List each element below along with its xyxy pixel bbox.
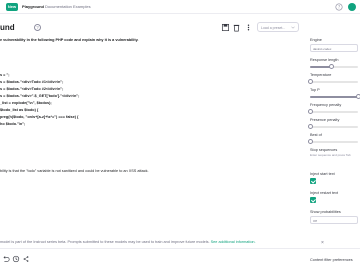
editor-line: s = $todos."<div>".$_GET['todo']."</div>… <box>0 94 80 98</box>
save-icon[interactable] <box>221 23 230 32</box>
editor-line: s = $todos."<div>Todo #1</div>\n"; <box>0 80 64 84</box>
editor-line: s = $todos."<div>Todo #2</div>\n"; <box>0 87 64 91</box>
nav-playground[interactable]: Playground <box>22 4 44 9</box>
response-length-slider[interactable] <box>310 64 358 69</box>
nav-examples[interactable]: Examples <box>73 4 91 9</box>
top-p-handle[interactable] <box>355 94 360 99</box>
delete-icon[interactable] <box>232 23 241 32</box>
content-filter-label[interactable]: Content filter preferences <box>310 258 353 262</box>
load-preset-placeholder: Load a preset... <box>261 26 286 30</box>
prompt-editor[interactable]: e vulnerability in the following PHP cod… <box>0 38 302 236</box>
chevron-down-icon <box>291 26 295 29</box>
help-icon[interactable]: ? <box>335 3 343 11</box>
stop-sequences-label: Stop sequences <box>310 148 338 152</box>
top-p-fill <box>310 96 358 98</box>
question-icon[interactable]: ? <box>34 24 41 31</box>
divider <box>0 248 360 249</box>
share-icon[interactable] <box>22 255 30 263</box>
close-icon[interactable]: × <box>321 240 324 246</box>
presence-penalty-handle[interactable] <box>307 124 313 129</box>
editor-line: s = ''; <box>0 73 10 77</box>
engine-value: davinci-codex <box>313 47 332 51</box>
editor-line: _list = explode("\n", $todos); <box>0 101 52 105</box>
engine-select[interactable]: davinci-codex <box>310 44 358 52</box>
best-of-slider[interactable] <box>307 139 358 144</box>
editor-line: preg(h($todo, "on\s+[a-z]+\s*=") === fal… <box>0 115 79 119</box>
undo-icon[interactable] <box>2 255 10 263</box>
page-title: und <box>0 23 15 32</box>
inject-restart-label: Inject restart text <box>310 191 339 195</box>
inject-start-checkbox[interactable] <box>310 178 316 184</box>
best-of-label: Best of <box>310 133 322 137</box>
engine-label: Engine <box>310 38 322 42</box>
temperature-label: Temperature <box>310 73 332 77</box>
response-length-handle[interactable] <box>329 64 335 69</box>
svg-text:?: ? <box>338 5 340 10</box>
response-length-label: Response length <box>310 58 339 62</box>
completion-text: bility is that the "todo" variable is no… <box>0 169 149 173</box>
top-p-slider[interactable] <box>310 94 360 99</box>
best-of-handle[interactable] <box>307 139 313 144</box>
additional-info-link[interactable]: See additional information. <box>211 240 256 244</box>
user-avatar[interactable] <box>348 3 356 11</box>
show-probabilities-label: Show probabilities <box>310 210 341 214</box>
history-icon[interactable] <box>12 255 20 263</box>
frequency-penalty-handle[interactable] <box>307 109 313 114</box>
frequency-penalty-slider[interactable] <box>307 109 358 114</box>
editor-line: $todo_list as $todo) { <box>0 108 39 112</box>
settings-sidebar: Engine davinci-codex Response length Tem… <box>307 36 360 260</box>
presence-penalty-slider[interactable] <box>307 124 358 129</box>
temperature-slider[interactable] <box>307 79 358 84</box>
show-probabilities-select[interactable]: Off <box>310 216 358 224</box>
editor-line: ho $todo."\n"; <box>0 122 26 126</box>
temperature-handle[interactable] <box>307 79 313 84</box>
stop-sequences-input[interactable]: Enter sequence and press Tab <box>310 153 351 157</box>
show-probabilities-value: Off <box>313 219 317 223</box>
load-preset-select[interactable]: Load a preset... <box>257 22 299 32</box>
presence-penalty-label: Presence penalty <box>310 118 340 122</box>
nav-documentation[interactable]: Documentation <box>45 4 72 9</box>
editor-line: e vulnerability in the following PHP cod… <box>0 38 139 42</box>
openai-logo[interactable]: New <box>6 3 18 11</box>
more-options-icon[interactable] <box>244 23 253 32</box>
inject-restart-checkbox[interactable] <box>310 197 316 203</box>
top-p-label: Top P <box>310 88 320 92</box>
bottom-bar <box>0 252 300 266</box>
beta-notice-text: model is part of the Instruct series bet… <box>0 240 210 244</box>
inject-start-label: Inject start text <box>310 172 335 176</box>
top-bar: New Playground Documentation Examples ? <box>0 0 360 14</box>
beta-notice: model is part of the Instruct series bet… <box>0 240 256 244</box>
frequency-penalty-label: Frequency penalty <box>310 103 342 107</box>
